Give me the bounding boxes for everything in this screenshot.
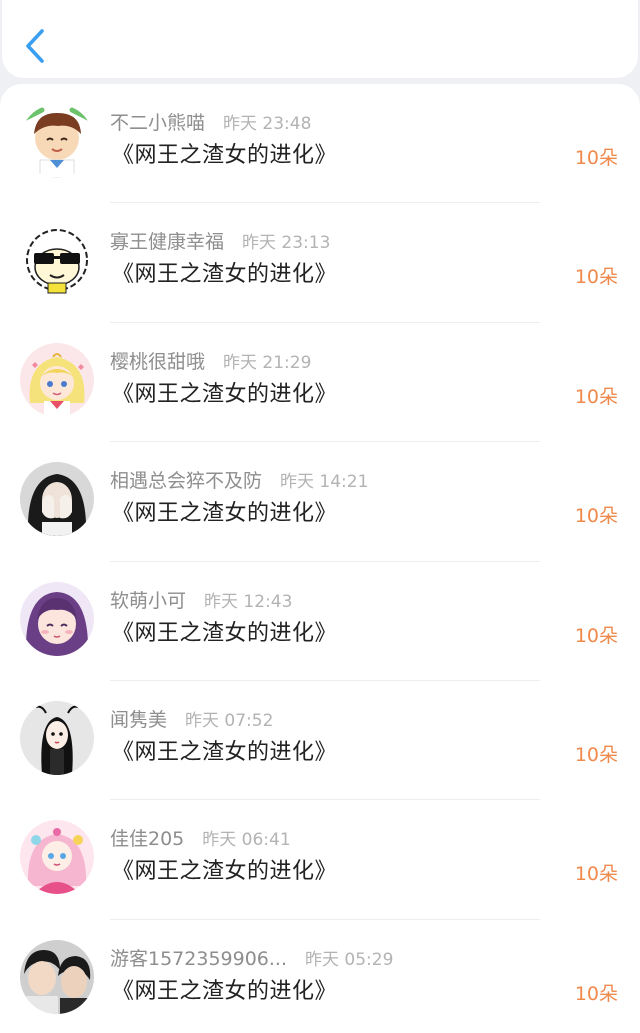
book-title[interactable]: 《网王之渣女的进化》	[112, 978, 337, 1006]
list-item[interactable]: 不二小熊喵 昨天 23:48 《网王之渣女的进化》 10朵	[0, 84, 640, 204]
gift-record-list: 不二小熊喵 昨天 23:48 《网王之渣女的进化》 10朵 寡王健康幸福 昨天 …	[0, 84, 640, 1033]
timestamp: 昨天 14:21	[280, 472, 369, 493]
book-title[interactable]: 《网王之渣女的进化》	[112, 261, 337, 289]
list-item[interactable]: 樱桃很甜哦 昨天 21:29 《网王之渣女的进化》 10朵	[0, 323, 640, 443]
flower-amount: 10朵	[574, 505, 618, 528]
timestamp: 昨天 23:13	[242, 233, 331, 254]
record-meta: 不二小熊喵 昨天 23:48	[110, 112, 311, 135]
book-title[interactable]: 《网王之渣女的进化》	[112, 142, 337, 170]
list-item[interactable]: 闻隽美 昨天 07:52 《网王之渣女的进化》 10朵	[0, 681, 640, 801]
gift-records-page: 不二小熊喵 昨天 23:48 《网王之渣女的进化》 10朵 寡王健康幸福 昨天 …	[0, 0, 640, 1033]
anime-pink-girl-avatar[interactable]	[20, 820, 94, 895]
timestamp: 昨天 21:29	[223, 352, 312, 373]
timestamp: 昨天 07:52	[185, 710, 274, 731]
book-title[interactable]: 《网王之渣女的进化》	[112, 739, 337, 767]
two-boys-photo-avatar[interactable]	[20, 939, 94, 1014]
flower-amount: 10朵	[574, 743, 618, 766]
book-title[interactable]: 《网王之渣女的进化》	[112, 620, 337, 648]
flower-amount: 10朵	[574, 624, 618, 647]
username[interactable]: 游客1572359906...	[110, 948, 287, 970]
record-meta: 软萌小可 昨天 12:43	[110, 590, 292, 613]
record-meta: 佳佳205 昨天 06:41	[110, 828, 291, 851]
username[interactable]: 闻隽美	[110, 709, 167, 731]
username[interactable]: 不二小熊喵	[110, 112, 205, 134]
username[interactable]: 软萌小可	[110, 590, 186, 612]
username[interactable]: 佳佳205	[110, 828, 184, 850]
username[interactable]: 樱桃很甜哦	[110, 351, 205, 373]
timestamp: 昨天 23:48	[223, 114, 312, 134]
book-title[interactable]: 《网王之渣女的进化》	[112, 381, 337, 409]
cartoon-girl-avatar[interactable]	[20, 700, 94, 775]
timestamp: 昨天 12:43	[204, 591, 293, 612]
record-meta: 樱桃很甜哦 昨天 21:29	[110, 351, 311, 374]
anime-sailor-girl-avatar[interactable]	[20, 342, 94, 417]
record-meta: 相遇总会猝不及防 昨天 14:21	[110, 470, 368, 493]
list-item[interactable]: 相遇总会猝不及防 昨天 14:21 《网王之渣女的进化》 10朵	[0, 442, 640, 562]
book-title[interactable]: 《网王之渣女的进化》	[112, 500, 337, 528]
sheep-sunglasses-avatar[interactable]	[20, 223, 94, 298]
chevron-left-icon	[26, 29, 44, 63]
username[interactable]: 寡王健康幸福	[110, 231, 224, 253]
flower-amount: 10朵	[574, 385, 618, 408]
girl-photo-avatar[interactable]	[20, 462, 94, 537]
list-item[interactable]: 寡王健康幸福 昨天 23:13 《网王之渣女的进化》 10朵	[0, 203, 640, 324]
flower-amount: 10朵	[574, 863, 618, 886]
list-item[interactable]: 软萌小可 昨天 12:43 《网王之渣女的进化》 10朵	[0, 562, 640, 682]
flower-amount: 10朵	[574, 982, 618, 1005]
record-meta: 寡王健康幸福 昨天 23:13	[110, 231, 330, 254]
flower-amount: 10朵	[574, 147, 618, 169]
top-navigation-bar	[2, 0, 638, 78]
username[interactable]: 相遇总会猝不及防	[110, 470, 262, 492]
cartoon-boy-avatar[interactable]	[20, 104, 94, 178]
book-title[interactable]: 《网王之渣女的进化》	[112, 858, 337, 886]
list-item[interactable]: 游客1572359906... 昨天 05:29 《网王之渣女的进化》 10朵	[0, 920, 640, 1033]
back-button[interactable]	[16, 24, 56, 68]
timestamp: 昨天 05:29	[305, 949, 394, 970]
flower-amount: 10朵	[574, 266, 618, 289]
timestamp: 昨天 06:41	[202, 830, 291, 851]
list-item[interactable]: 佳佳205 昨天 06:41 《网王之渣女的进化》 10朵	[0, 800, 640, 921]
anime-purple-hair-avatar[interactable]	[20, 581, 94, 656]
record-meta: 闻隽美 昨天 07:52	[110, 709, 273, 732]
record-meta: 游客1572359906... 昨天 05:29	[110, 948, 393, 971]
